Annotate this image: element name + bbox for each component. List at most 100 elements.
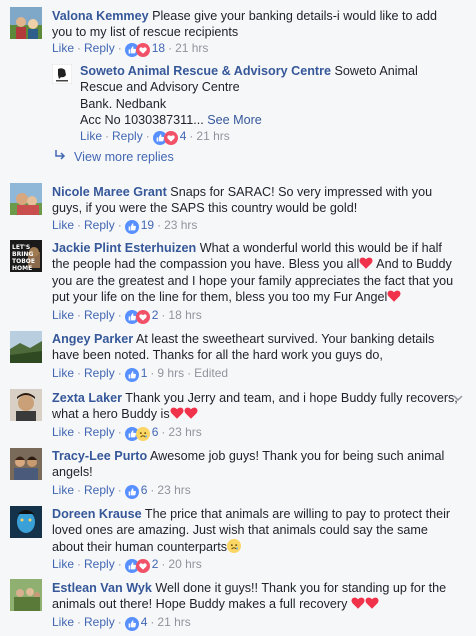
avatar-image <box>10 389 42 421</box>
chevron-down-icon[interactable] <box>452 392 464 404</box>
see-more-link[interactable]: See More <box>207 113 262 127</box>
timestamp[interactable]: 21 hrs <box>196 129 229 143</box>
sad-icon <box>136 427 150 441</box>
reactions[interactable] <box>125 427 150 443</box>
comment-author[interactable]: Doreen Krause <box>52 507 142 521</box>
love-icon <box>136 310 150 324</box>
timestamp[interactable]: 21 hrs <box>157 615 190 629</box>
reply-arrow-icon <box>55 150 66 160</box>
heart-emoji-icon <box>351 596 365 610</box>
love-icon <box>136 43 150 57</box>
reply-link[interactable]: Reply <box>84 557 115 571</box>
reactions[interactable] <box>125 559 150 575</box>
love-icon <box>136 559 150 573</box>
avatar[interactable] <box>10 331 42 363</box>
comment-author[interactable]: Valona Kemmey <box>52 9 149 23</box>
avatar[interactable] <box>52 64 72 84</box>
comment-author[interactable]: Soweto Animal Rescue & Advisory Centre <box>80 64 331 78</box>
comment-text: Zexta Laker Thank you Jerry and team, an… <box>52 390 458 423</box>
heart-emoji-icon <box>184 406 198 420</box>
like-link[interactable]: Like <box>52 308 74 322</box>
view-more-replies-link[interactable]: View more replies <box>54 149 174 165</box>
heart-emoji-icon <box>365 596 379 610</box>
avatar-image <box>10 448 42 480</box>
avatar[interactable] <box>10 579 42 611</box>
comment-author[interactable]: Jackie Plint Esterhuizen <box>52 241 196 255</box>
reply-link[interactable]: Reply <box>84 218 115 232</box>
reply-link[interactable]: Reply <box>84 366 115 380</box>
like-link[interactable]: Like <box>80 129 102 143</box>
comment-actions: Like · Reply · 1 · 9 hrs · Edited <box>52 365 228 381</box>
reactions[interactable] <box>125 485 139 501</box>
reply-link[interactable]: Reply <box>84 308 115 322</box>
comment-text: Nicole Maree Grant Snaps for SARAC! So v… <box>52 184 458 217</box>
comment-actions: Like · Reply · 4 · 21 hrs <box>52 614 191 630</box>
reactions[interactable] <box>153 131 178 147</box>
comment-actions: Like · Reply · 18 · 21 hrs <box>52 40 208 56</box>
reaction-count[interactable]: 19 <box>141 218 154 232</box>
like-icon <box>125 220 139 234</box>
like-icon <box>125 617 139 631</box>
comment-text: Jackie Plint Esterhuizen What a wonderfu… <box>52 240 458 306</box>
avatar[interactable] <box>10 183 42 215</box>
like-link[interactable]: Like <box>52 425 74 439</box>
avatar-image <box>10 7 42 39</box>
comment-actions: Like · Reply · 19 · 23 hrs <box>52 217 197 233</box>
comment-actions: Like · Reply · 4 · 21 hrs <box>80 128 230 144</box>
reactions[interactable] <box>125 220 139 236</box>
view-more-label: View more replies <box>74 150 174 164</box>
comment-text: Valona Kemmey Please give your banking d… <box>52 8 458 41</box>
avatar-image <box>10 331 42 363</box>
edited-label[interactable]: Edited <box>194 366 228 380</box>
like-link[interactable]: Like <box>52 366 74 380</box>
timestamp[interactable]: 18 hrs <box>168 308 201 322</box>
avatar[interactable] <box>10 7 42 39</box>
like-link[interactable]: Like <box>52 557 74 571</box>
love-icon <box>164 131 178 145</box>
reaction-count[interactable]: 18 <box>152 41 165 55</box>
avatar[interactable] <box>10 389 42 421</box>
comment-author[interactable]: Estlean Van Wyk <box>52 581 152 595</box>
comment-text: Soweto Animal Rescue & Advisory Centre S… <box>80 63 458 129</box>
reactions[interactable] <box>125 310 150 326</box>
timestamp[interactable]: 9 hrs <box>157 366 184 380</box>
timestamp[interactable]: 23 hrs <box>168 425 201 439</box>
reactions[interactable] <box>125 43 150 59</box>
reply-link[interactable]: Reply <box>112 129 143 143</box>
timestamp[interactable]: 21 hrs <box>175 41 208 55</box>
comment-author[interactable]: Tracy-Lee Purto <box>52 449 147 463</box>
like-icon <box>125 485 139 499</box>
comment-actions: Like · Reply · 6 · 23 hrs <box>52 424 202 440</box>
timestamp[interactable]: 23 hrs <box>157 483 190 497</box>
sad-emoji-icon <box>227 539 241 553</box>
like-link[interactable]: Like <box>52 41 74 55</box>
like-link[interactable]: Like <box>52 483 74 497</box>
reply-link[interactable]: Reply <box>84 41 115 55</box>
sarac-logo-icon <box>52 64 72 84</box>
heart-emoji-icon <box>387 289 401 303</box>
like-link[interactable]: Like <box>52 615 74 629</box>
reactions[interactable] <box>125 368 139 384</box>
timestamp[interactable]: 20 hrs <box>168 557 201 571</box>
like-link[interactable]: Like <box>52 218 74 232</box>
avatar[interactable] <box>10 448 42 480</box>
timestamp[interactable]: 23 hrs <box>164 218 197 232</box>
comment-author[interactable]: Angey Parker <box>52 332 133 346</box>
avatar-image <box>10 506 42 538</box>
comment-actions: Like · Reply · 6 · 23 hrs <box>52 482 191 498</box>
reply-link[interactable]: Reply <box>84 615 115 629</box>
comment-author[interactable]: Nicole Maree Grant <box>52 185 167 199</box>
avatar-image <box>10 579 42 611</box>
comment-text: Angey Parker At least the sweetheart sur… <box>52 331 458 364</box>
avatar-image: LET'S BRING TOBOE HOME <box>10 240 42 272</box>
reply-link[interactable]: Reply <box>84 483 115 497</box>
avatar[interactable]: LET'S BRING TOBOE HOME <box>10 240 42 272</box>
like-icon <box>125 368 139 382</box>
comment-actions: Like · Reply · 2 · 20 hrs <box>52 556 202 572</box>
comment-text: Doreen Krause The price that animals are… <box>52 506 458 555</box>
reactions[interactable] <box>125 617 139 633</box>
comment-author[interactable]: Zexta Laker <box>52 391 122 405</box>
avatar[interactable] <box>10 506 42 538</box>
reply-link[interactable]: Reply <box>84 425 115 439</box>
avatar-image <box>10 183 42 215</box>
